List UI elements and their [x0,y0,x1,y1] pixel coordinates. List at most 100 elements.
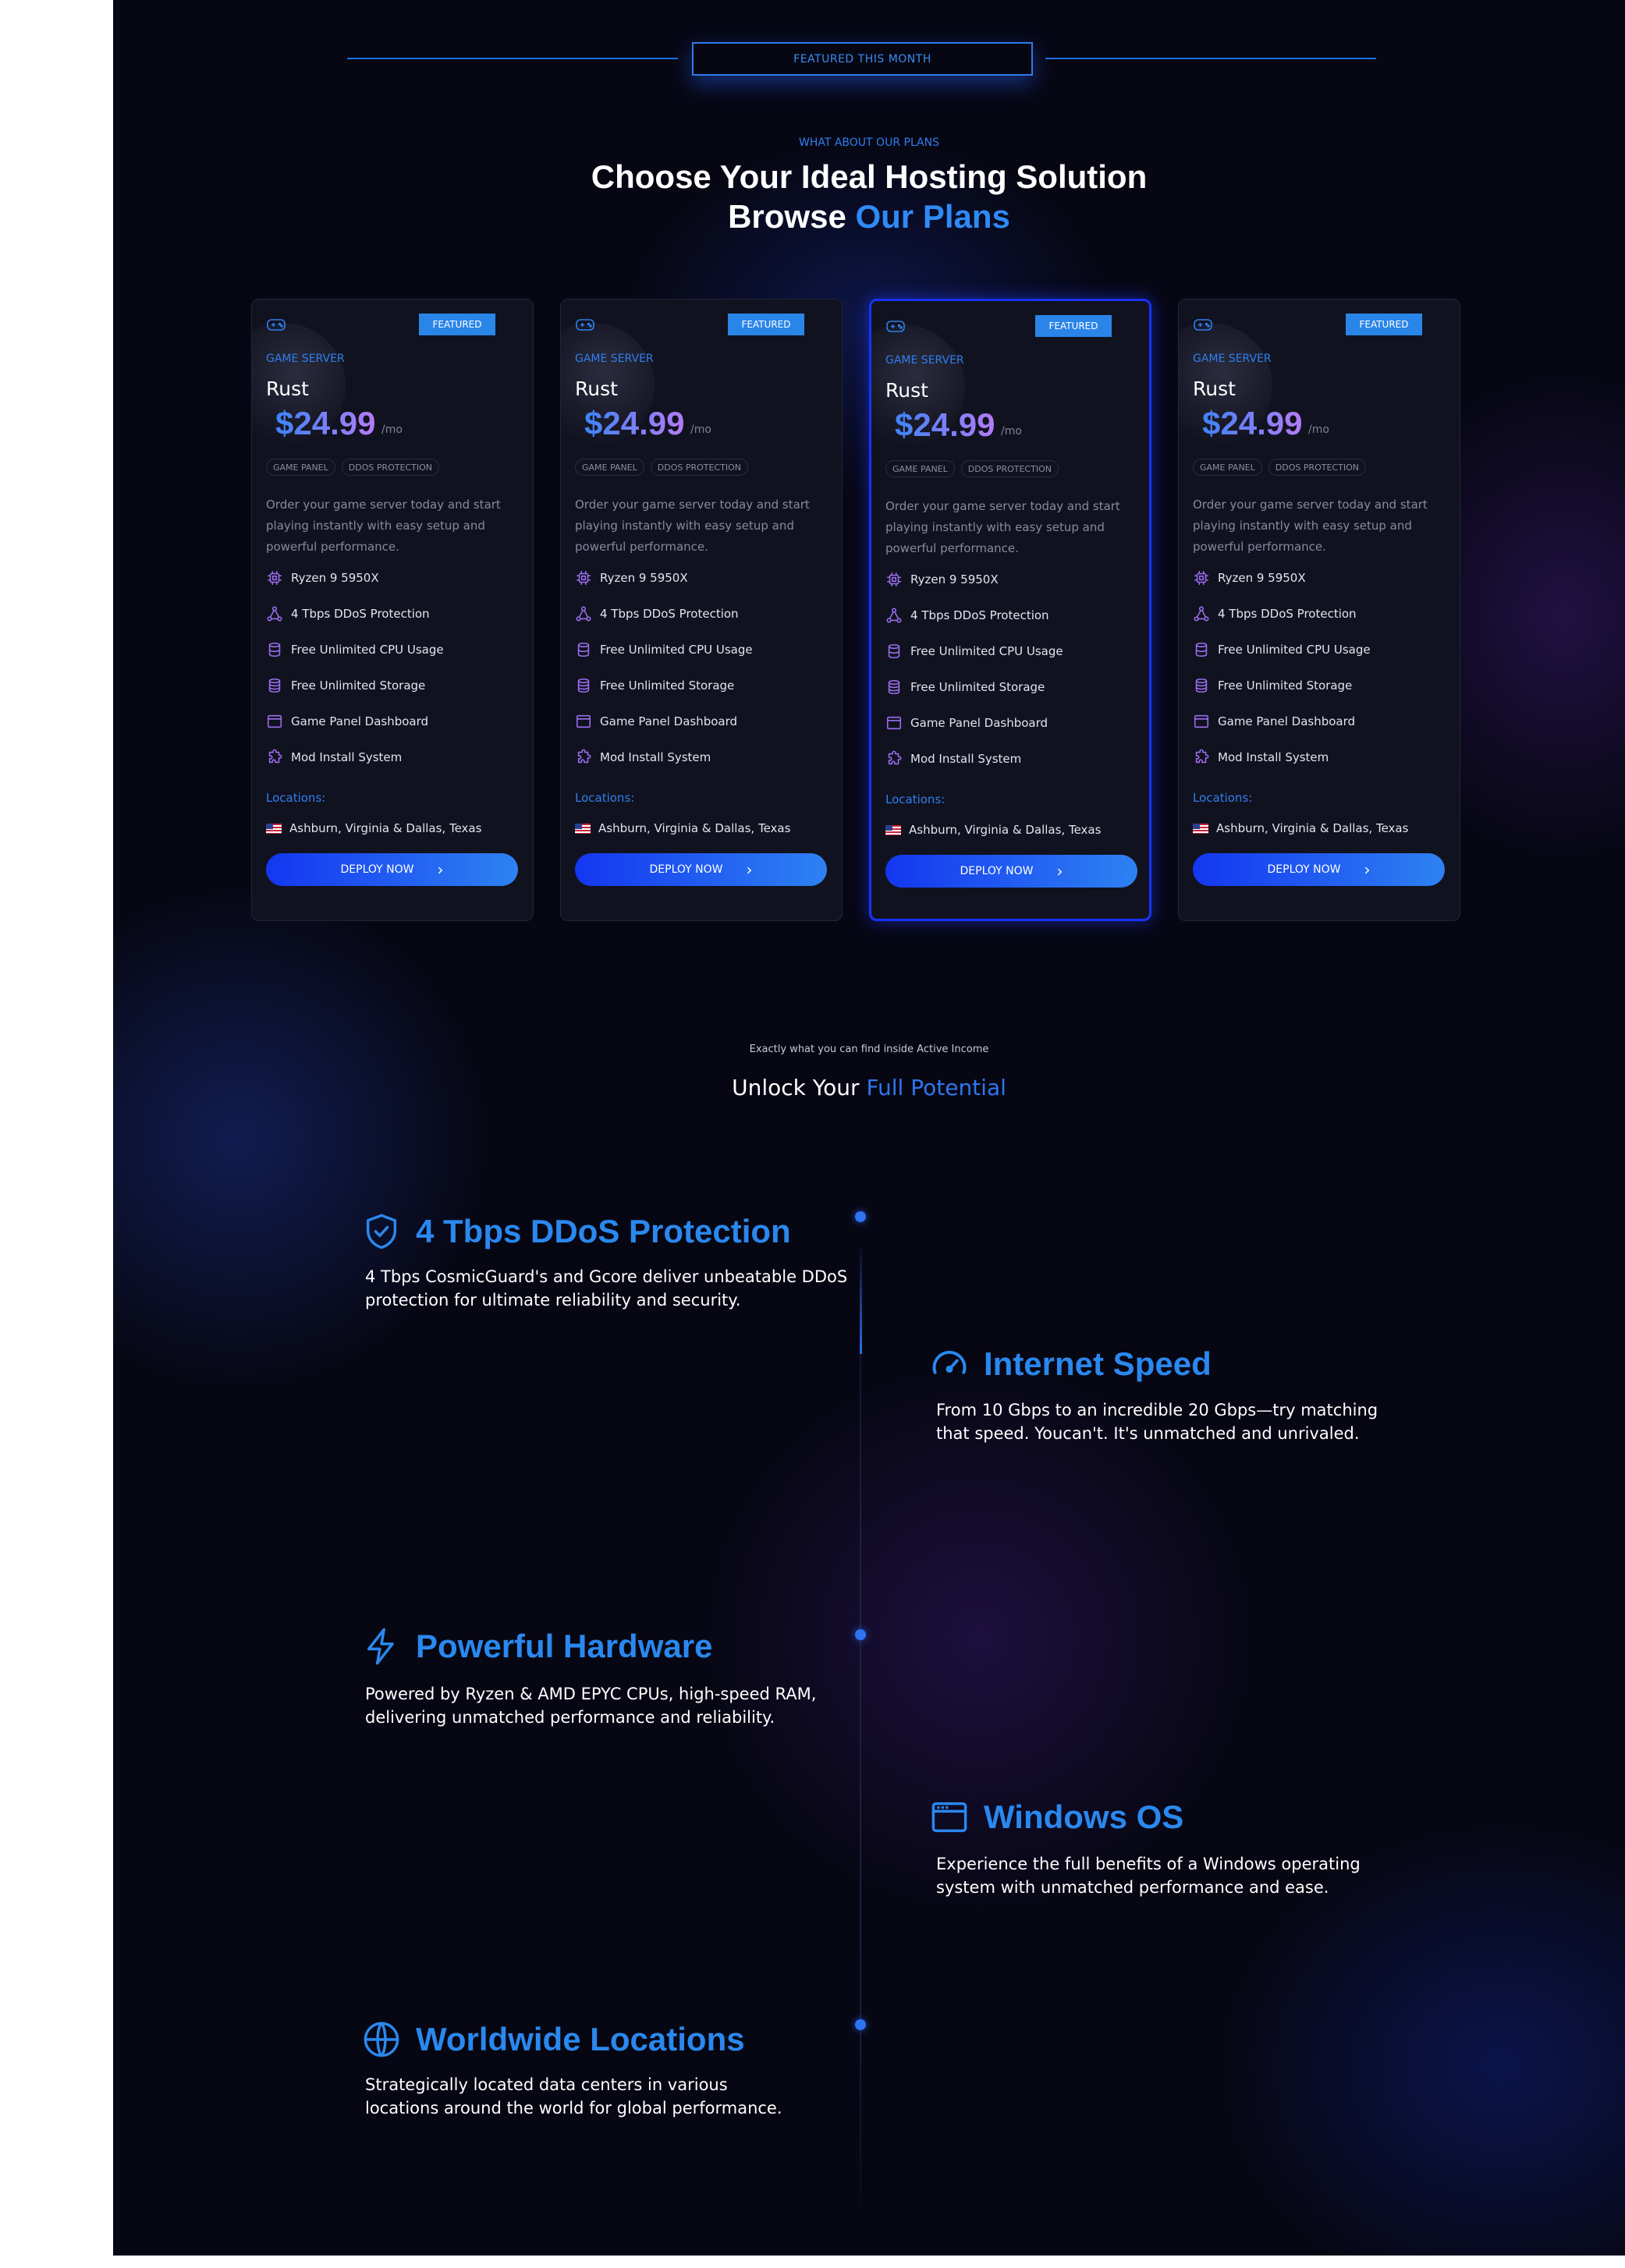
plan-feature-label: Game Panel Dashboard [910,716,1048,730]
divider-line-right [1045,58,1376,59]
plan-feature-label: Free Unlimited CPU Usage [291,643,444,657]
plan-feature: Free Unlimited CPU Usage [575,641,753,658]
plan-tag: DDOS PROTECTION [341,459,439,476]
benefit-description: Powered by Ryzen & AMD EPYC CPUs, high-s… [365,1682,849,1729]
featured-badge: FEATURED [728,314,804,335]
deploy-now-button[interactable]: DEPLOY NOW › [266,853,518,886]
plan-feature: Mod Install System [575,749,711,766]
browser-window-icon [886,716,902,730]
plan-feature: Free Unlimited CPU Usage [1193,641,1371,658]
benefits-headline-accent: Full Potential [866,1075,1006,1100]
benefit-description: Experience the full benefits of a Window… [936,1852,1420,1899]
browser-window-icon [1194,714,1209,728]
network-icon [267,606,282,622]
plan-game-name: Rust [885,379,928,402]
database-icon [888,643,900,659]
plans-subheadline-prefix: Browse [728,198,856,235]
plan-tag: GAME PANEL [575,459,644,476]
plan-feature: Game Panel Dashboard [266,713,428,730]
plan-feature: Game Panel Dashboard [575,713,737,730]
plan-feature-label: Free Unlimited Storage [1218,679,1353,693]
plan-feature: Mod Install System [266,749,402,766]
benefit-windows-os: Windows OS [929,1797,1183,1837]
benefit-description-line: system with unmatched performance and ea… [936,1878,1329,1897]
plans-subheadline: Browse Our Plans [113,198,1625,236]
plans-eyebrow: WHAT ABOUT OUR PLANS [798,136,939,149]
benefit-worldwide-locations: Worldwide Locations [361,2019,745,2060]
plan-feature: Free Unlimited Storage [885,679,1045,696]
plan-feature-label: Free Unlimited Storage [291,679,426,693]
plan-feature-label: Mod Install System [910,752,1022,766]
plan-price: $24.99 [1202,405,1302,442]
benefit-description-line: Experience the full benefits of a Window… [936,1855,1361,1873]
plan-feature: Free Unlimited Storage [1193,677,1352,694]
plan-feature-label: 4 Tbps DDoS Protection [600,607,739,621]
plan-feature-label: Free Unlimited CPU Usage [910,644,1063,658]
puzzle-icon [268,749,282,764]
plan-feature: 4 Tbps DDoS Protection [885,607,1049,624]
benefit-title: Windows OS [984,1798,1184,1835]
timeline-line-highlight [860,1248,862,1354]
us-flag-icon [1193,823,1208,834]
plan-feature-label: Mod Install System [600,750,711,764]
plan-card: FEATURED GAME SERVER Rust $24.99/mo GAME PAN… [1178,299,1460,921]
timeline-dot [855,1211,866,1222]
gamepad-icon [267,319,286,331]
plan-feature: 4 Tbps DDoS Protection [575,605,739,622]
plan-price-value: $24.99 [895,406,995,443]
locations-label: Locations: [1193,791,1253,805]
plan-location: Ashburn, Virginia & Dallas, Texas [1193,821,1408,835]
benefit-description: From 10 Gbps to an incredible 20 Gbps—tr… [936,1398,1420,1445]
plan-feature: Mod Install System [1193,749,1329,766]
plan-location-text: Ashburn, Virginia & Dallas, Texas [909,823,1102,837]
network-icon [886,608,902,623]
plan-feature-label: Free Unlimited Storage [600,679,735,693]
cpu-icon [576,570,591,586]
plan-feature: Mod Install System [885,750,1021,767]
plan-price-period: /mo [1308,423,1329,436]
featured-badge: FEATURED [1346,314,1422,335]
globe-icon [364,2022,399,2057]
plan-location: Ashburn, Virginia & Dallas, Texas [885,823,1101,837]
plan-tag: GAME PANEL [885,460,955,477]
plan-feature: Game Panel Dashboard [1193,713,1355,730]
plan-feature-label: Free Unlimited Storage [910,680,1045,694]
locations-label: Locations: [575,791,635,805]
plan-price-period: /mo [690,423,711,436]
plan-feature-label: Ryzen 9 5950X [1218,571,1306,585]
locations-label: Locations: [885,792,946,806]
benefits-headline-prefix: Unlock Your [732,1075,867,1100]
plan-tags: GAME PANEL DDOS PROTECTION [575,459,748,476]
plan-location-text: Ashburn, Virginia & Dallas, Texas [289,821,482,835]
us-flag-icon [885,824,901,835]
deploy-now-button[interactable]: DEPLOY NOW › [885,855,1137,888]
plan-feature-label: Ryzen 9 5950X [291,571,379,585]
storage-icon [888,679,900,695]
plan-feature-label: 4 Tbps DDoS Protection [1218,607,1357,621]
plan-tags: GAME PANEL DDOS PROTECTION [1193,459,1366,476]
storage-icon [1195,678,1208,693]
plan-description: Order your game server today and start p… [885,499,1120,555]
plan-tag: DDOS PROTECTION [1268,459,1366,476]
benefit-title: Powerful Hardware [416,1628,713,1664]
divider-line-left [347,58,678,59]
benefit-description-line: 4 Tbps CosmicGuard's and Gcore deliver u… [365,1267,848,1286]
plan-feature-label: Mod Install System [1218,750,1329,764]
plan-feature-label: Game Panel Dashboard [291,714,429,728]
deploy-button-label: DEPLOY NOW [340,863,414,876]
plan-price-value: $24.99 [584,405,685,441]
database-icon [577,642,590,657]
featured-badge: FEATURED [419,314,495,335]
plan-category: GAME SERVER [1193,353,1272,365]
plan-description: Order your game server today and start p… [575,498,810,554]
benefits-headline: Unlock Your Full Potential [113,1075,1625,1100]
lightning-icon [367,1628,394,1665]
deploy-now-button[interactable]: DEPLOY NOW › [575,853,827,886]
plan-game-name: Rust [1193,377,1236,400]
plan-feature-label: 4 Tbps DDoS Protection [910,608,1049,622]
background-glow [113,889,488,1388]
benefit-title: Internet Speed [984,1345,1212,1382]
plan-card: FEATURED GAME SERVER Rust $24.99/mo GAME PAN… [560,299,843,921]
plan-price-period: /mo [381,423,403,436]
deploy-now-button[interactable]: DEPLOY NOW › [1193,853,1445,886]
